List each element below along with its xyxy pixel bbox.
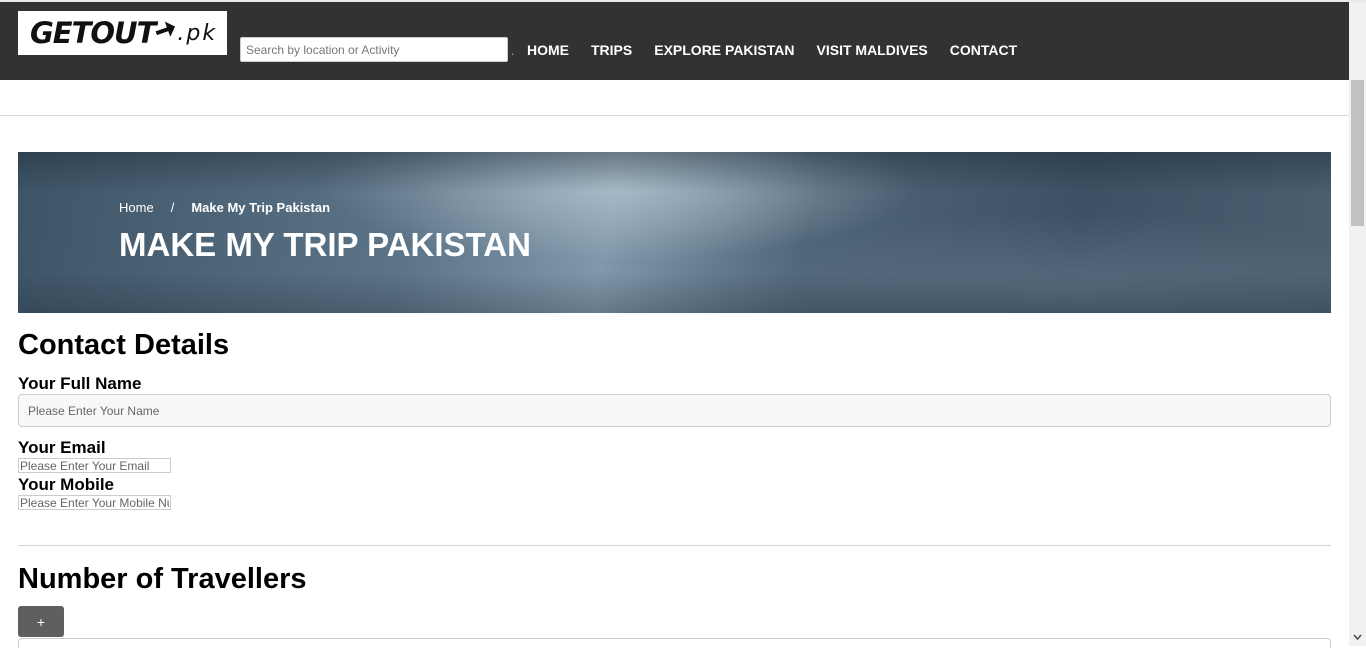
scrollbar-thumb[interactable] bbox=[1351, 80, 1364, 226]
search-input[interactable] bbox=[240, 37, 508, 62]
logo-suffix: .pk bbox=[177, 20, 218, 46]
full-name-label: Your Full Name bbox=[18, 374, 142, 393]
nav-home[interactable]: HOME bbox=[527, 42, 569, 58]
main-nav: HOME TRIPS EXPLORE PAKISTAN VISIT MALDIV… bbox=[527, 42, 1039, 58]
chevron-down-icon[interactable] bbox=[1351, 630, 1364, 644]
search-separator-dot: . bbox=[511, 44, 515, 58]
navbar: GETOUT .pk . HOME TRIPS EXPLORE PAKISTAN… bbox=[0, 2, 1349, 80]
section-divider bbox=[18, 545, 1331, 546]
logo-text: GETOUT bbox=[30, 16, 156, 50]
breadcrumb: Home / Make My Trip Pakistan bbox=[119, 200, 330, 215]
breadcrumb-home[interactable]: Home bbox=[119, 200, 154, 215]
travellers-heading: Number of Travellers bbox=[18, 563, 307, 595]
nav-visit-maldives[interactable]: VISIT MALDIVES bbox=[817, 42, 928, 58]
nav-trips[interactable]: TRIPS bbox=[591, 42, 632, 58]
page-banner: Home / Make My Trip Pakistan MAKE MY TRIP … bbox=[18, 152, 1331, 313]
nav-contact[interactable]: CONTACT bbox=[950, 42, 1017, 58]
site-logo[interactable]: GETOUT .pk bbox=[18, 11, 227, 55]
breadcrumb-current: Make My Trip Pakistan bbox=[191, 200, 331, 215]
mobile-input[interactable] bbox=[18, 495, 171, 510]
nav-explore-pakistan[interactable]: EXPLORE PAKISTAN bbox=[654, 42, 794, 58]
page-title: MAKE MY TRIP PAKISTAN bbox=[119, 226, 531, 263]
email-input[interactable] bbox=[18, 458, 171, 473]
email-label: Your Email bbox=[18, 438, 106, 457]
header-divider bbox=[0, 115, 1349, 116]
full-name-input[interactable] bbox=[18, 394, 1331, 427]
traveller-panel bbox=[18, 638, 1331, 648]
add-traveller-button[interactable]: + bbox=[18, 606, 64, 637]
mobile-label: Your Mobile bbox=[18, 475, 115, 494]
contact-details-heading: Contact Details bbox=[18, 329, 230, 361]
arrow-right-icon bbox=[155, 21, 176, 37]
breadcrumb-separator: / bbox=[170, 200, 175, 215]
